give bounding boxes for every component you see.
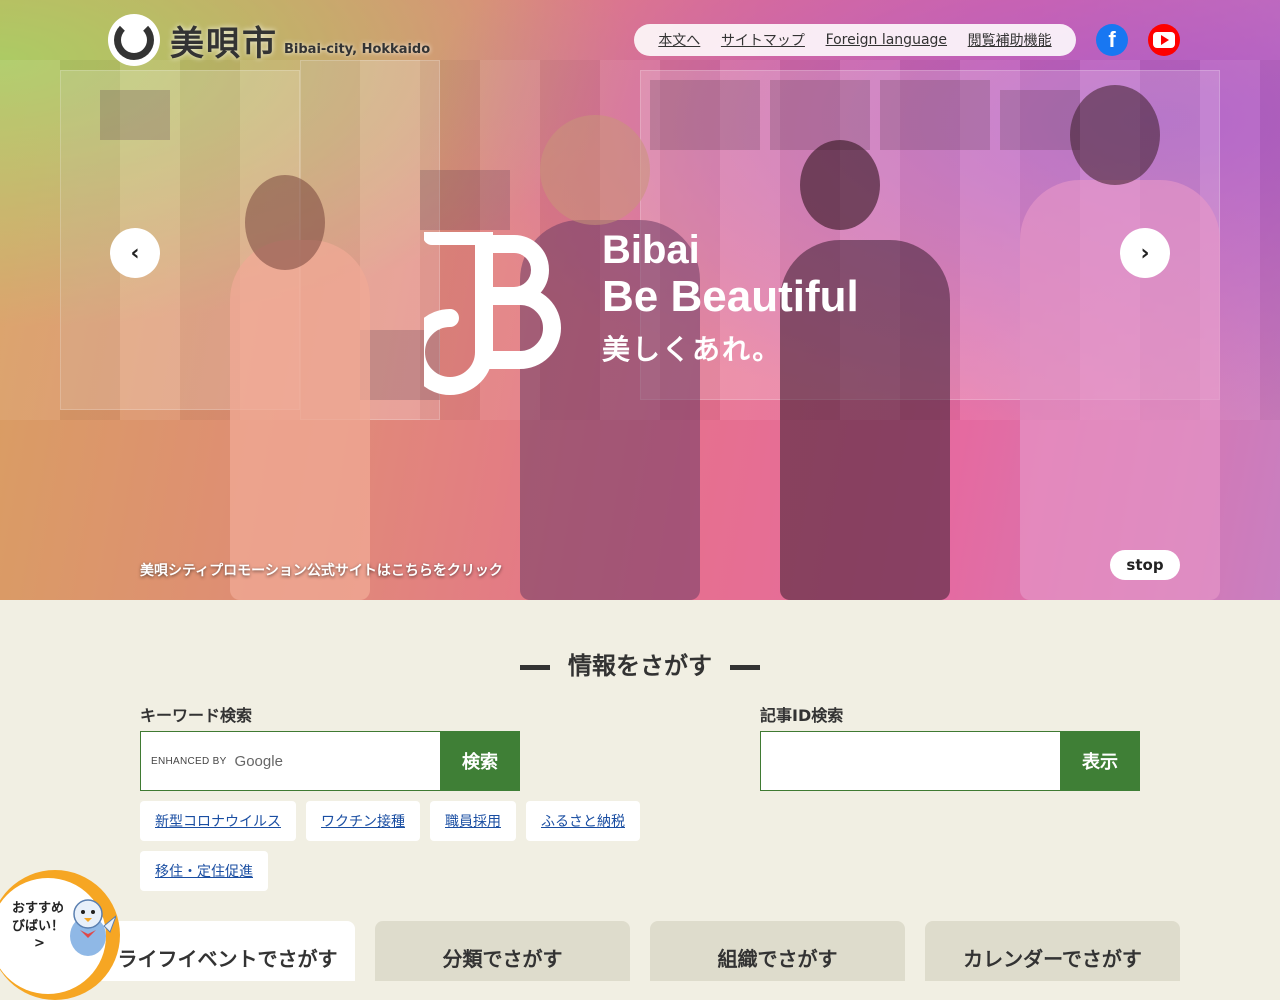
facebook-icon[interactable]: f: [1096, 24, 1128, 56]
brand-line-3: 美しくあれ。: [602, 333, 783, 366]
brand-line-1: Bibai: [602, 228, 700, 272]
title-dash-right: [730, 664, 760, 670]
tag-link-covid[interactable]: 新型コロナウイルス: [140, 801, 296, 841]
exhibit-photo: [1000, 90, 1080, 150]
tab-category[interactable]: 分類でさがす: [375, 921, 630, 981]
chevron-right-icon: ›: [1140, 240, 1150, 266]
tag-link-vaccine[interactable]: ワクチン接種: [306, 801, 420, 841]
facebook-glyph: f: [1108, 27, 1116, 52]
carousel-stop-button[interactable]: stop: [1110, 550, 1180, 580]
person-head: [1070, 85, 1160, 185]
person-figure: [1020, 180, 1220, 600]
enhanced-by-text: ENHANCED BY: [151, 755, 227, 767]
city-emblem-icon: [108, 14, 160, 66]
recommend-arrow: >: [34, 936, 45, 951]
person-figure: [230, 240, 370, 600]
exhibit-photo: [880, 80, 990, 150]
keyword-search-label: キーワード検索: [140, 706, 253, 725]
recommend-bibai-text[interactable]: おすすめ びばい！: [12, 900, 64, 936]
article-id-show-button[interactable]: 表示: [1060, 731, 1140, 791]
utility-nav: 本文へ サイトマップ Foreign language 閲覧補助機能: [634, 24, 1076, 56]
search-section-title: 情報をさがす: [0, 646, 1280, 681]
tab-life-event[interactable]: ライフイベントでさがす: [100, 921, 355, 981]
tab-calendar[interactable]: カレンダーでさがす: [925, 921, 1180, 981]
exhibit-photo: [100, 90, 170, 140]
google-logo-text: Google: [234, 752, 283, 770]
logo-subtitle: Bibai-city, Hokkaido: [284, 41, 431, 57]
title-dash-left: [520, 664, 550, 670]
exhibit-photo: [770, 80, 870, 150]
person-head: [800, 140, 880, 230]
brand-tagline: Bibai Be Beautiful 美しくあれ。: [602, 228, 859, 370]
site-logo[interactable]: 美唄市 Bibai-city, Hokkaido: [108, 14, 430, 66]
sitemap-link[interactable]: サイトマップ: [721, 30, 805, 50]
bibai-brand-mark-icon: [424, 232, 561, 395]
person-head: [245, 175, 325, 270]
foreign-language-link[interactable]: Foreign language: [826, 32, 947, 48]
keyword-search-input[interactable]: ENHANCED BY Google: [140, 731, 442, 791]
exhibit-photo: [650, 80, 760, 150]
recommend-line-2: びばい！: [12, 919, 65, 934]
youtube-icon[interactable]: [1148, 24, 1180, 56]
keyword-search-button[interactable]: 検索: [440, 731, 520, 791]
promotion-link[interactable]: 美唄シティプロモーション公式サイトはこちらをクリック: [140, 560, 503, 580]
mascot-character-icon: [70, 899, 116, 956]
tag-link-migration[interactable]: 移住・定住促進: [140, 851, 268, 891]
hero-carousel[interactable]: 美唄市 Bibai-city, Hokkaido 本文へ サイトマップ Fore…: [0, 0, 1280, 600]
carousel-prev-button[interactable]: ‹: [110, 228, 160, 278]
brand-line-2: Be Beautiful: [602, 272, 859, 321]
carousel-next-button[interactable]: ›: [1120, 228, 1170, 278]
exhibit-photo: [420, 170, 510, 230]
article-id-input[interactable]: [760, 731, 1062, 791]
recommend-line-1: おすすめ: [12, 901, 65, 916]
search-section-title-text: 情報をさがす: [568, 652, 712, 680]
logo-name: 美唄市: [170, 23, 278, 64]
chevron-left-icon: ‹: [130, 240, 140, 266]
skip-to-content-link[interactable]: 本文へ: [658, 30, 700, 50]
accessibility-link[interactable]: 閲覧補助機能: [968, 30, 1052, 50]
tab-organization[interactable]: 組織でさがす: [650, 921, 905, 981]
tag-link-recruitment[interactable]: 職員採用: [430, 801, 516, 841]
article-id-search-label: 記事ID検索: [760, 706, 844, 725]
person-head: [540, 115, 650, 225]
tag-link-furusato-tax[interactable]: ふるさと納税: [526, 801, 640, 841]
